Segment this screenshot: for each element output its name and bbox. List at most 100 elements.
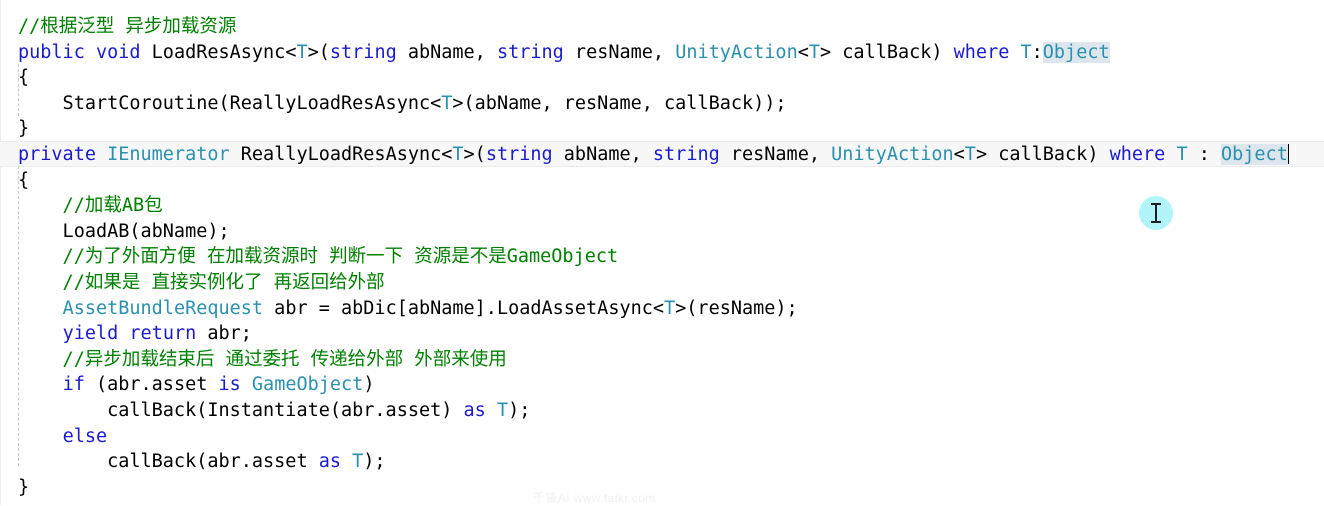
code-token: >(: [307, 41, 330, 63]
code-line[interactable]: //加载AB包: [0, 193, 1324, 219]
code-token: > callBack): [820, 41, 954, 63]
code-token: T: [1020, 41, 1032, 63]
code-token: UnityAction: [831, 144, 954, 165]
code-token: Object: [1042, 41, 1110, 63]
code-token: }: [18, 476, 30, 498]
code-token: abr = abDic[abName].LoadAssetAsync<: [263, 297, 665, 319]
code-line[interactable]: AssetBundleRequest abr = abDic[abName].L…: [0, 296, 1324, 322]
code-token: where: [953, 41, 1010, 63]
code-token: is: [218, 374, 241, 396]
code-token: T: [352, 451, 364, 473]
code-token: //如果是 直接实例化了 再返回给外部: [18, 272, 385, 293]
code-token: <: [953, 144, 965, 165]
code-token: T: [808, 41, 820, 63]
code-token: T: [664, 297, 676, 319]
code-token: GameObject: [251, 374, 364, 396]
code-token: T: [441, 92, 453, 114]
code-token: LoadAB(abName);: [18, 220, 230, 242]
code-token: abName,: [552, 144, 653, 165]
code-line[interactable]: callBack(Instantiate(abr.asset) as T);: [0, 398, 1324, 424]
code-token: else: [62, 425, 108, 447]
code-token: }: [18, 118, 30, 140]
code-token: LoadResAsync<: [140, 41, 297, 63]
code-token: >(resName);: [675, 297, 798, 319]
text-caret: [1287, 144, 1289, 164]
code-token: //异步加载结束后 通过委托 传递给外部 外部来使用: [18, 348, 507, 370]
code-token: > callBack): [975, 144, 1110, 165]
code-line[interactable]: yield return abr;: [0, 321, 1324, 347]
code-token: <: [797, 41, 809, 63]
code-token: yield: [62, 323, 119, 345]
code-token: string: [485, 144, 553, 165]
code-line[interactable]: }: [0, 475, 1324, 501]
code-token: if: [62, 374, 85, 396]
code-token: ): [363, 374, 375, 396]
code-token: as: [318, 451, 342, 473]
code-line[interactable]: //为了外面方便 在加载资源时 判断一下 资源是不是GameObject: [0, 244, 1324, 270]
code-token: //加载AB包: [18, 195, 163, 217]
mouse-cursor: [1139, 196, 1173, 230]
code-token: StartCoroutine(ReallyLoadResAsync<: [18, 92, 442, 114]
code-token: resName,: [563, 41, 676, 63]
code-token: T: [452, 144, 464, 165]
code-token: >(abName, resName, callBack));: [452, 92, 787, 114]
code-line[interactable]: }: [0, 116, 1324, 142]
code-line[interactable]: StartCoroutine(ReallyLoadResAsync<T>(abN…: [0, 91, 1324, 117]
code-editor-surface[interactable]: //根据泛型 异步加载资源 public void LoadResAsync<T>…: [0, 0, 1324, 505]
code-token: :: [1031, 41, 1043, 63]
code-token: {: [18, 169, 30, 191]
code-line[interactable]: private IEnumerator ReallyLoadResAsync<T…: [0, 142, 1324, 168]
code-token: resName,: [719, 144, 832, 165]
code-line[interactable]: //根据泛型 异步加载资源: [0, 14, 1324, 40]
code-line[interactable]: public void LoadResAsync<T>(string abNam…: [0, 40, 1324, 66]
code-line[interactable]: //异步加载结束后 通过委托 传递给外部 外部来使用: [0, 347, 1324, 373]
code-token: Object: [1221, 144, 1288, 165]
code-token: string: [652, 144, 720, 165]
code-token: where: [1109, 144, 1166, 165]
code-token: //根据泛型 异步加载资源: [18, 16, 237, 37]
code-token: abName,: [396, 41, 497, 63]
code-token: );: [508, 400, 531, 421]
code-token: UnityAction: [675, 41, 798, 63]
code-token: private: [18, 144, 96, 165]
site-watermark: 千锋AI www.taikr.com: [533, 491, 656, 505]
code-line[interactable]: //如果是 直接实例化了 再返回给外部: [0, 270, 1324, 296]
code-token: (abr.asset: [84, 374, 219, 396]
code-line[interactable]: {: [0, 168, 1324, 194]
code-token: {: [18, 67, 30, 89]
code-line[interactable]: LoadAB(abName);: [0, 219, 1324, 245]
code-token: void: [95, 41, 141, 63]
code-line[interactable]: callBack(abr.asset as T);: [0, 449, 1324, 475]
code-token: //为了外面方便 在加载资源时 判断一下 资源是不是GameObject: [18, 246, 619, 268]
code-token: T: [964, 144, 976, 165]
code-token: );: [363, 451, 386, 473]
code-token: string: [329, 41, 397, 63]
code-token: :: [1187, 144, 1221, 165]
code-token: T: [1176, 144, 1188, 165]
code-token: IEnumerator: [107, 144, 230, 165]
code-token: >(: [463, 144, 486, 165]
code-token: ReallyLoadResAsync<: [229, 144, 453, 165]
code-line[interactable]: if (abr.asset is GameObject): [0, 372, 1324, 398]
code-line[interactable]: else: [0, 424, 1324, 450]
code-token: string: [496, 41, 564, 63]
code-token: abr;: [196, 323, 252, 345]
code-token: as: [463, 400, 486, 421]
i-beam-icon: [1150, 202, 1162, 224]
code-token: callBack(Instantiate(abr.asset): [18, 400, 464, 421]
code-text-layer[interactable]: //根据泛型 异步加载资源 public void LoadResAsync<T>…: [0, 0, 1324, 505]
code-line[interactable]: {: [0, 65, 1324, 91]
code-token: T: [496, 400, 509, 421]
